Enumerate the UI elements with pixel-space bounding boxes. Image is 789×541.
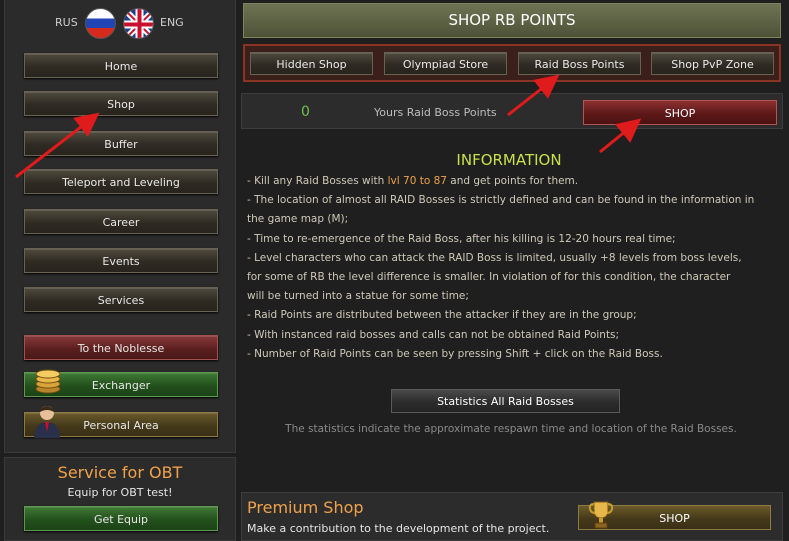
sidebar-item-events[interactable]: Events [24, 248, 218, 273]
raid-points-label: Yours Raid Boss Points [374, 106, 497, 119]
page-title: SHOP RB POINTS [243, 3, 781, 38]
obt-panel: Service for OBT Equip for OBT test! Get … [4, 457, 236, 541]
person-icon [34, 406, 60, 438]
sidebar-item-career[interactable]: Career [24, 209, 218, 234]
info-line: for some of RB the level difference is s… [247, 271, 731, 284]
tab-olympiad-store[interactable]: Olympiad Store [384, 52, 507, 75]
get-equip-button[interactable]: Get Equip [24, 506, 218, 531]
arrow-to-shop-button [599, 118, 642, 154]
coins-icon [35, 369, 61, 394]
lang-en-label[interactable]: ENG [160, 16, 184, 29]
shop-tabs: Hidden Shop Olympiad Store Raid Boss Poi… [243, 44, 781, 82]
shop-button[interactable]: SHOP [583, 100, 777, 125]
info-line: - Level characters who can attack the RA… [247, 251, 742, 264]
trophy-icon [588, 501, 614, 529]
information-title: INFORMATION [456, 151, 562, 169]
info-line: - Kill any Raid Bosses with lvl 70 to 87… [247, 175, 579, 187]
info-line: - Number of Raid Points can be seen by p… [247, 347, 663, 360]
tab-raid-boss-points[interactable]: Raid Boss Points [518, 52, 641, 75]
sidebar-item-buffer[interactable]: Buffer [24, 131, 218, 156]
obt-subtitle: Equip for OBT test! [67, 486, 173, 499]
info-line: the game map (M); [247, 213, 349, 226]
raid-points-value: 0 [301, 104, 310, 120]
info-line: will be turned into a statue for some ti… [247, 290, 469, 303]
language-switcher: RUS ENG [5, 6, 235, 39]
sidebar-item-exchanger[interactable]: Exchanger [24, 369, 218, 397]
sidebar-item-home[interactable]: Home [24, 53, 218, 78]
premium-subtitle: Make a contribution to the development o… [247, 522, 550, 535]
personal-area-label: Personal Area [83, 419, 159, 432]
sidebar: RUS ENG Home Shop Buffer Teleport and Le… [4, 0, 236, 453]
obt-title: Service for OBT [57, 463, 183, 482]
premium-shop-panel: Premium Shop Make a contribution to the … [241, 492, 783, 541]
premium-title: Premium Shop [247, 498, 364, 517]
info-line: - With instanced raid bosses and calls c… [247, 328, 620, 341]
info-line: - Raid Points are distributed between th… [247, 309, 637, 322]
russia-flag-icon[interactable] [85, 8, 116, 39]
exchanger-label: Exchanger [91, 379, 151, 392]
premium-shop-button[interactable]: SHOP [578, 501, 771, 530]
statistics-button[interactable]: Statistics All Raid Bosses [391, 389, 620, 413]
sidebar-item-noblesse[interactable]: To the Noblesse [24, 335, 218, 360]
info-line: - The location of almost all RAID Bosses… [247, 194, 755, 207]
sidebar-item-services[interactable]: Services [24, 287, 218, 312]
information-text: - Kill any Raid Bosses with lvl 70 to 87… [247, 172, 777, 364]
premium-shop-label: SHOP [659, 512, 690, 525]
points-bar: 0 Yours Raid Boss Points SHOP [241, 93, 783, 129]
tab-hidden-shop[interactable]: Hidden Shop [250, 52, 373, 75]
statistics-note: The statistics indicate the approximate … [285, 423, 737, 435]
sidebar-item-personal-area[interactable]: Personal Area [24, 406, 218, 438]
uk-flag-icon[interactable] [123, 8, 154, 39]
lang-ru-label[interactable]: RUS [55, 16, 78, 29]
sidebar-item-shop[interactable]: Shop [24, 91, 218, 116]
tab-shop-pvp-zone[interactable]: Shop PvP Zone [651, 52, 774, 75]
info-line: - Time to re-emergence of the Raid Boss,… [247, 232, 676, 245]
sidebar-item-teleport[interactable]: Teleport and Leveling [24, 169, 218, 194]
